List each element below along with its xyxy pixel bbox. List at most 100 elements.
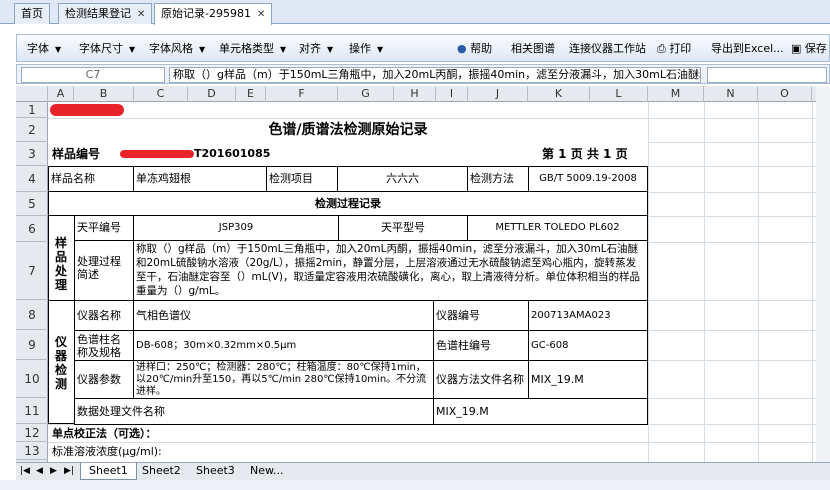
test-item-label: 检测项目 [266, 166, 338, 192]
status-strip [0, 480, 830, 490]
prev-sheet-icon[interactable]: ◀ [36, 466, 43, 476]
instr-no-value[interactable]: 200713AMA023 [528, 300, 648, 331]
row-9[interactable]: 9 [16, 330, 48, 360]
printer-icon: ⎙ [657, 42, 666, 55]
align-menu[interactable]: 对齐 ▼ [299, 41, 333, 57]
row-5[interactable]: 5 [16, 192, 48, 216]
col-c[interactable]: C [134, 86, 188, 102]
col-e[interactable]: E [236, 86, 266, 102]
row-8[interactable]: 8 [16, 300, 48, 330]
help-button[interactable]: ● 帮助 [457, 41, 492, 57]
col-k[interactable]: K [528, 86, 590, 102]
connect-workstation-button[interactable]: 连接仪器工作站 [569, 41, 646, 57]
column-no-value[interactable]: GC-608 [528, 330, 648, 361]
select-all-corner[interactable] [16, 86, 48, 102]
row-12[interactable]: 12 [16, 424, 48, 442]
row-11[interactable]: 11 [16, 398, 48, 424]
print-button[interactable]: ⎙ 打印 [657, 41, 691, 57]
col-h[interactable]: H [394, 86, 436, 102]
column-spec-value[interactable]: DB-608；30m×0.32mm×0.5μm [133, 330, 434, 361]
col-g[interactable]: G [338, 86, 394, 102]
chevron-down-icon: ▼ [199, 45, 206, 54]
col-l[interactable]: L [590, 86, 648, 102]
gridline [648, 398, 830, 399]
save-button[interactable]: ▣ 保存 [791, 41, 827, 57]
instr-name-value[interactable]: 气相色谱仪 [133, 300, 434, 331]
balance-no-value[interactable]: JSP309 [133, 215, 339, 241]
sheet-tab-3[interactable]: Sheet3 [188, 463, 243, 480]
tab-home[interactable]: 首页 [14, 3, 50, 24]
chevron-down-icon: ▼ [55, 45, 62, 54]
sheet-tab-2[interactable]: Sheet2 [134, 463, 189, 480]
tab-result-register[interactable]: 检测结果登记 ✕ [58, 3, 153, 24]
col-b[interactable]: B [74, 86, 134, 102]
process-desc-value[interactable]: 称取（）g样品（m）于150mL三角瓶中，加入20mL丙酮，振摇40min，滤至… [133, 240, 648, 301]
cell-reference-box[interactable]: C7 [21, 67, 165, 83]
row-2[interactable]: 2 [16, 118, 48, 142]
close-icon[interactable]: ✕ [257, 9, 265, 20]
data-file-value[interactable]: MIX_19.M [433, 398, 648, 425]
gridline [758, 102, 759, 462]
col-o[interactable]: O [758, 86, 812, 102]
formula-extra-input[interactable] [707, 67, 827, 83]
balance-model-label: 天平型号 [338, 215, 468, 241]
method-file-value[interactable]: MIX_19.M [528, 360, 648, 399]
font-menu[interactable]: 字体 ▼ [27, 41, 61, 57]
test-item-value[interactable]: 六六六 [337, 166, 468, 192]
gridline [648, 300, 830, 301]
row-13[interactable]: 13 [16, 442, 48, 460]
sample-no-value[interactable]: T201601085 [194, 142, 284, 166]
row-7[interactable]: 7 [16, 242, 48, 300]
related-chart-button[interactable]: 相关图谱 [511, 41, 555, 57]
row-4[interactable]: 4 [16, 166, 48, 192]
gridline [704, 102, 705, 462]
col-i[interactable]: I [436, 86, 468, 102]
tab-bar: 首页 检测结果登记 ✕ 原始记录-295981 ✕ [0, 0, 830, 25]
balance-model-value[interactable]: METTLER TOLEDO PL602 [467, 215, 648, 241]
save-icon: ▣ [791, 42, 802, 55]
font-size-menu[interactable]: 字体尺寸 ▼ [79, 41, 135, 57]
instr-name-label: 仪器名称 [74, 300, 134, 331]
sample-name-value[interactable]: 单冻鸡翅根 [133, 166, 267, 192]
params-value[interactable]: 进样口：250℃；检测器：280℃；柱箱温度：80℃保持1min，以20℃/mi… [133, 360, 434, 399]
next-sheet-icon[interactable]: ▶ [50, 466, 57, 476]
cell-type-menu[interactable]: 单元格类型 ▼ [219, 41, 286, 57]
gridline [648, 330, 830, 331]
tab-raw-record[interactable]: 原始记录-295981 ✕ [154, 3, 273, 25]
gridline [648, 166, 830, 167]
col-n[interactable]: N [704, 86, 758, 102]
last-sheet-icon[interactable]: ▶| [64, 466, 74, 476]
row-6[interactable]: 6 [16, 216, 48, 242]
new-sheet-tab[interactable]: New... [242, 463, 291, 480]
row-10[interactable]: 10 [16, 360, 48, 398]
font-style-menu[interactable]: 字体风格 ▼ [149, 41, 205, 57]
row-1[interactable]: 1 [16, 102, 48, 118]
export-excel-button[interactable]: 导出到Excel... [711, 41, 784, 57]
balance-no-label: 天平编号 [74, 215, 134, 241]
process-desc-label: 处理过程简述 [74, 240, 134, 301]
gridline [648, 360, 830, 361]
params-label: 仪器参数 [74, 360, 134, 399]
sheet-tab-1[interactable]: Sheet1 [80, 463, 137, 480]
sample-name-label: 样品名称 [48, 166, 134, 192]
gridline [648, 216, 830, 217]
tab-raw-record-label: 原始记录-295981 [161, 7, 251, 20]
vertical-scrollbar[interactable] [816, 86, 830, 462]
gridline [648, 142, 830, 143]
first-sheet-icon[interactable]: |◀ [20, 466, 30, 476]
chevron-down-icon: ▼ [280, 45, 287, 54]
test-method-value[interactable]: GB/T 5009.19-2008 [528, 166, 648, 192]
close-icon[interactable]: ✕ [137, 9, 145, 20]
col-m[interactable]: M [648, 86, 704, 102]
column-header: A B C D E F G H I J K L M N O [16, 86, 830, 102]
spreadsheet-grid[interactable]: A B C D E F G H I J K L M N O 1 2 3 4 5 … [16, 86, 830, 462]
row-3[interactable]: 3 [16, 142, 48, 166]
col-f[interactable]: F [266, 86, 338, 102]
col-a[interactable]: A [48, 86, 74, 102]
operate-menu[interactable]: 操作 ▼ [349, 41, 383, 57]
formula-input[interactable]: 称取（）g样品（m）于150mL三角瓶中，加入20mL丙酮，振摇40min，滤至… [169, 67, 701, 83]
col-d[interactable]: D [188, 86, 236, 102]
col-j[interactable]: J [468, 86, 528, 102]
tab-home-label: 首页 [21, 7, 43, 20]
process-record-title: 检测过程记录 [48, 191, 648, 216]
